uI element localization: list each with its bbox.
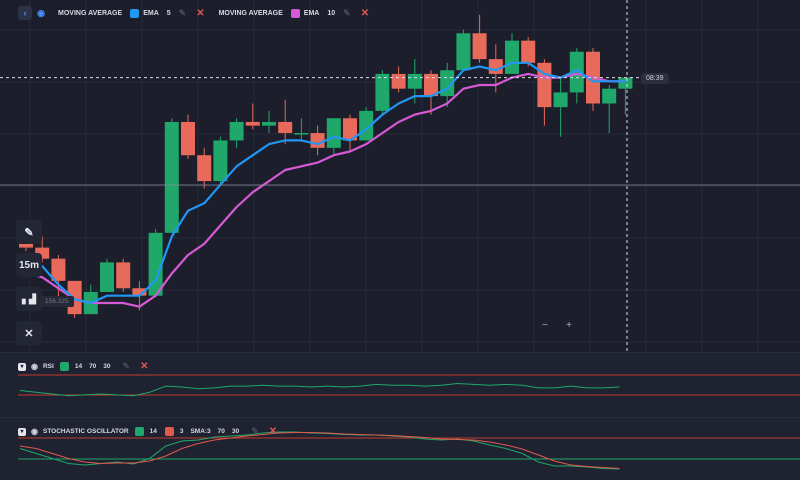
rsi-header: ▾ ◉ RSI 14 70 30 ✎ ✕ bbox=[18, 361, 148, 372]
candle-body bbox=[488, 59, 503, 74]
collapse-checkbox[interactable]: ▾ bbox=[18, 362, 26, 371]
indicator-name: MOVING AVERAGE bbox=[218, 9, 283, 17]
candle-body bbox=[521, 40, 536, 63]
stochastic-header: ▾ ◉ STOCHASTIC OSCILLATOR 14 3 SMA:3 70 … bbox=[18, 426, 277, 437]
bar-chart-icon: ▖▟ bbox=[22, 293, 36, 304]
crosshair-y-readout: 156.325 bbox=[40, 296, 74, 307]
stoch-lower: 30 bbox=[231, 428, 240, 435]
eye-icon[interactable]: ◉ bbox=[31, 362, 38, 371]
candle-body bbox=[19, 243, 33, 248]
color-swatch[interactable] bbox=[130, 8, 140, 18]
candle-body bbox=[407, 73, 422, 89]
close-icon[interactable]: ✕ bbox=[269, 426, 277, 437]
zoom-controls: − + bbox=[538, 320, 576, 336]
zoom-in-button[interactable]: + bbox=[566, 320, 572, 336]
candle-body bbox=[472, 33, 487, 60]
candle-body bbox=[505, 40, 519, 74]
sma-setting: SMA:3 bbox=[190, 428, 211, 435]
candle-body bbox=[602, 88, 617, 104]
eye-icon[interactable]: ◉ bbox=[31, 427, 38, 436]
color-swatch[interactable] bbox=[290, 8, 300, 18]
zoom-out-button[interactable]: − bbox=[542, 320, 548, 336]
candle-body bbox=[229, 121, 244, 141]
edit-icon[interactable]: ✎ bbox=[343, 8, 351, 19]
candle-body bbox=[197, 155, 212, 182]
candle-body bbox=[294, 133, 309, 135]
chart-type-button[interactable]: ▖▟ bbox=[16, 287, 42, 311]
indicator-period: 5 bbox=[166, 9, 171, 17]
candle-body bbox=[181, 121, 195, 156]
candle-body bbox=[375, 73, 390, 111]
candle-body bbox=[326, 118, 341, 148]
indicator-ema10[interactable]: MOVING AVERAGE EMA 10 ✎ ✕ bbox=[219, 8, 369, 19]
collapse-checkbox[interactable]: ▾ bbox=[18, 427, 26, 436]
candle-body bbox=[164, 121, 179, 233]
close-icon[interactable]: ✕ bbox=[196, 8, 204, 19]
edit-icon[interactable]: ✎ bbox=[179, 8, 187, 19]
indicator-period: 10 bbox=[327, 9, 336, 17]
candle-body bbox=[100, 262, 114, 292]
candle-body bbox=[391, 73, 406, 89]
pencil-icon: ✎ bbox=[24, 226, 34, 239]
edit-icon[interactable]: ✎ bbox=[251, 426, 259, 437]
candle-body bbox=[262, 121, 276, 126]
indicator-type: EMA bbox=[303, 9, 320, 17]
indicator-toolbar: ‹ ◉ MOVING AVERAGE EMA 5 ✎ ✕ MOVING AVER… bbox=[0, 4, 369, 22]
d-color-swatch[interactable] bbox=[164, 427, 174, 436]
candle-body bbox=[618, 77, 633, 89]
timeframe-button[interactable]: 15m bbox=[16, 253, 42, 277]
indicator-ema5[interactable]: MOVING AVERAGE EMA 5 ✎ ✕ bbox=[58, 8, 205, 19]
current-price-label: 08:39 bbox=[641, 73, 669, 84]
close-icon[interactable]: ✕ bbox=[361, 8, 369, 19]
edit-icon[interactable]: ✎ bbox=[123, 361, 131, 372]
indicator-type: EMA bbox=[143, 9, 159, 17]
candle-body bbox=[278, 121, 293, 134]
d-period: 3 bbox=[179, 428, 184, 435]
rsi-lower: 30 bbox=[103, 363, 111, 370]
panel-name: STOCHASTIC OSCILLATOR bbox=[42, 428, 129, 435]
close-icon[interactable]: ✕ bbox=[140, 361, 148, 372]
k-color-swatch[interactable] bbox=[134, 427, 144, 436]
visibility-icon[interactable]: ◉ bbox=[34, 6, 48, 20]
stoch-upper: 70 bbox=[217, 428, 225, 435]
candle-body bbox=[456, 33, 471, 71]
candle-body bbox=[553, 92, 568, 108]
indicator-name: MOVING AVERAGE bbox=[58, 9, 123, 17]
tools-button[interactable]: ✕ bbox=[16, 321, 42, 345]
panel-name: RSI bbox=[42, 363, 54, 370]
rsi-panel: ▾ ◉ RSI 14 70 30 ✎ ✕ bbox=[0, 352, 800, 417]
drawing-tool-button[interactable]: ✎ bbox=[16, 220, 42, 244]
k-period: 14 bbox=[149, 428, 157, 435]
timeframe-label: 15m bbox=[18, 259, 39, 271]
candle-body bbox=[245, 121, 260, 126]
price-chart[interactable] bbox=[0, 0, 800, 352]
candle-body bbox=[116, 262, 131, 289]
candle-body bbox=[213, 140, 228, 182]
candle-body bbox=[310, 133, 325, 148]
ema5-line bbox=[25, 61, 626, 305]
ema10-line bbox=[25, 72, 626, 308]
rsi-period: 14 bbox=[74, 363, 83, 370]
stochastic-panel: ▾ ◉ STOCHASTIC OSCILLATOR 14 3 SMA:3 70 … bbox=[0, 417, 800, 480]
rsi-line bbox=[19, 382, 620, 397]
color-swatch[interactable] bbox=[59, 362, 69, 371]
tools-icon: ✕ bbox=[24, 327, 34, 340]
rsi-upper: 70 bbox=[89, 363, 97, 370]
collapse-icon[interactable]: ‹ bbox=[18, 6, 32, 20]
